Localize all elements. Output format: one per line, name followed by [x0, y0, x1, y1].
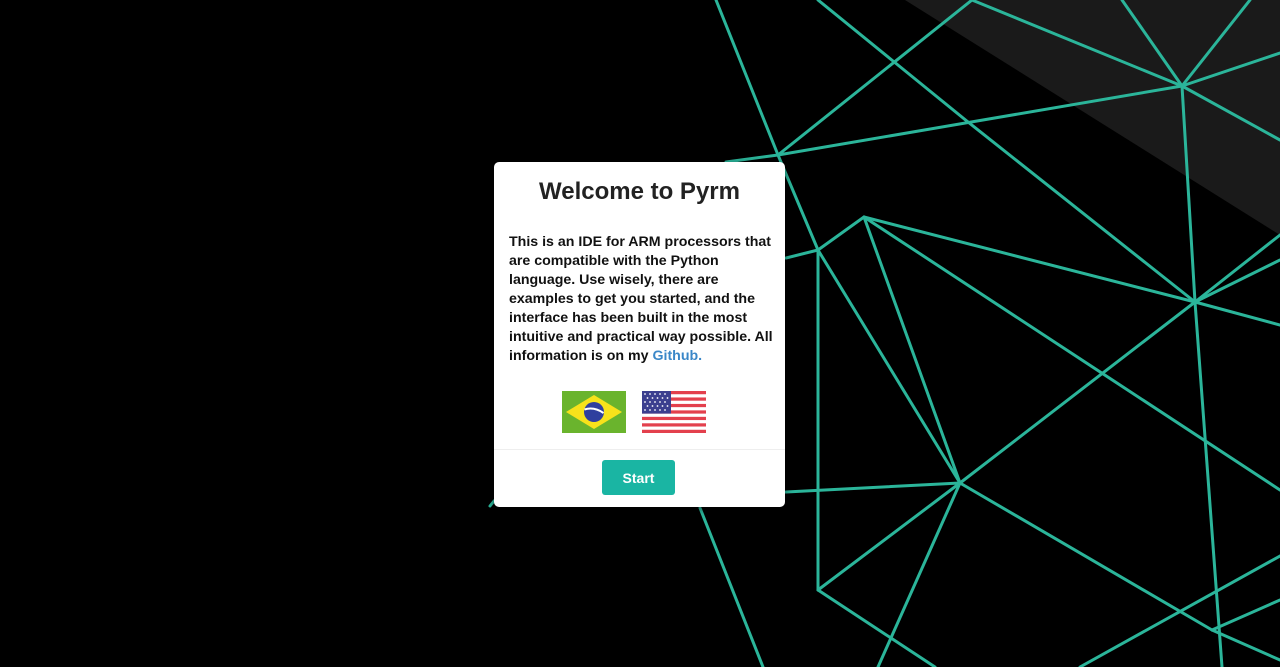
modal-description: This is an IDE for ARM processors that a…	[509, 233, 773, 366]
modal-divider	[494, 449, 785, 450]
language-selector	[494, 391, 785, 433]
github-link[interactable]: Github.	[652, 348, 702, 364]
description-text: This is an IDE for ARM processors that a…	[509, 234, 773, 364]
welcome-modal: Welcome to Pyrm This is an IDE for ARM p…	[494, 162, 785, 507]
start-button[interactable]: Start	[602, 460, 675, 495]
usa-flag-icon[interactable]	[642, 391, 706, 433]
modal-title: Welcome to Pyrm	[539, 178, 740, 205]
brazil-flag-icon[interactable]	[562, 391, 626, 433]
